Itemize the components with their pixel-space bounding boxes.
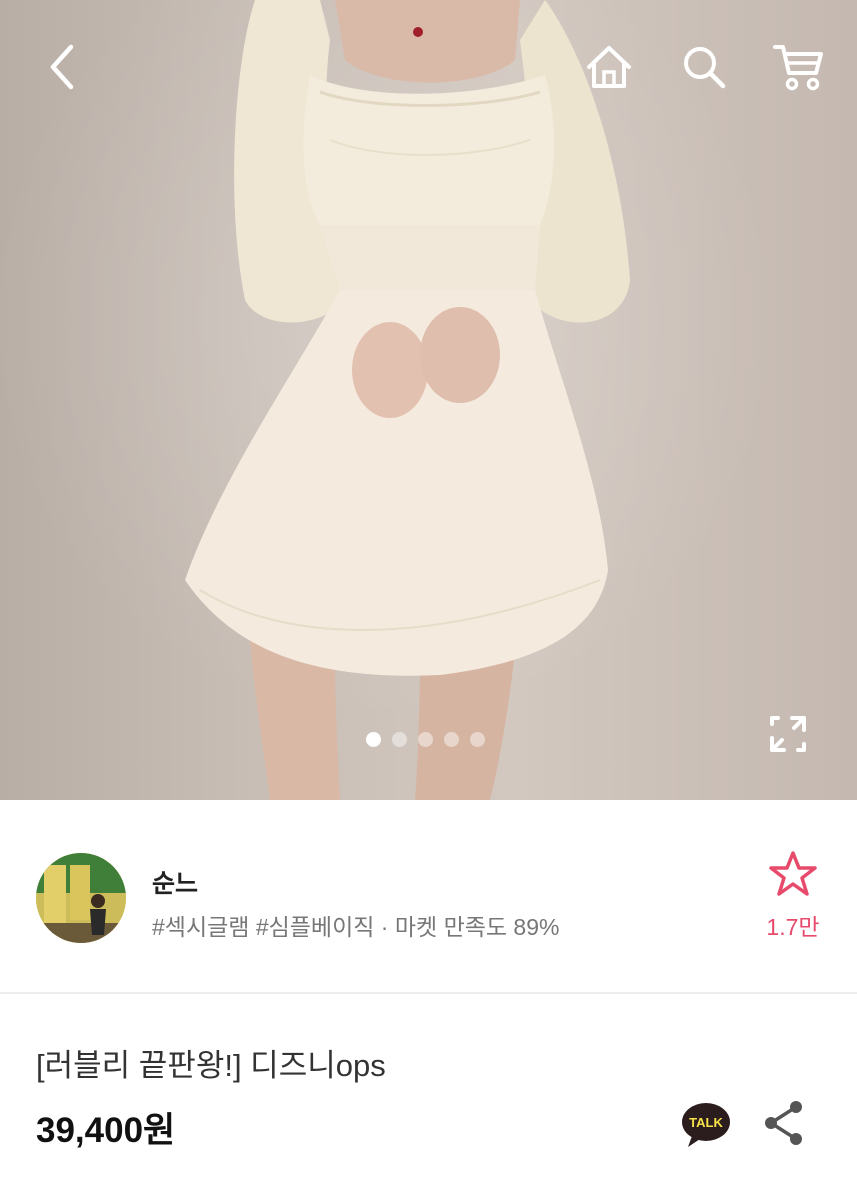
shop-info: 순느 #섹시글램 #심플베이직 · 마켓 만족도 89% 1.7만	[0, 800, 857, 992]
star-outline-icon	[769, 851, 817, 896]
share-icon[interactable]	[760, 1098, 810, 1148]
pagination-dot[interactable]	[470, 732, 485, 747]
home-icon[interactable]	[582, 40, 636, 94]
shop-tags: #섹시글램 #심플베이직 · 마켓 만족도 89%	[152, 914, 560, 940]
pagination-dot-active[interactable]	[366, 732, 381, 747]
expand-icon[interactable]	[764, 710, 812, 758]
pagination-dot[interactable]	[418, 732, 433, 747]
product-price: 39,400원	[36, 1111, 176, 1150]
cart-icon[interactable]	[771, 40, 825, 94]
search-icon[interactable]	[677, 40, 731, 94]
product-photo	[185, 0, 630, 800]
section-divider	[0, 992, 857, 994]
shop-avatar[interactable]	[36, 853, 126, 943]
talk-label: TALK	[689, 1115, 723, 1130]
kakao-talk-icon[interactable]: TALK	[680, 1098, 732, 1150]
product-title: [러블리 끝판왕!] 디즈니ops	[36, 1048, 386, 1083]
favorite-count: 1.7만	[766, 914, 820, 940]
shop-name[interactable]: 순느	[152, 864, 198, 900]
product-image-gallery[interactable]	[0, 0, 857, 800]
back-arrow-icon[interactable]	[35, 40, 89, 94]
pagination-dot[interactable]	[444, 732, 459, 747]
gallery-pagination	[366, 732, 485, 747]
favorite-button[interactable]: 1.7만	[758, 850, 828, 950]
pagination-dot[interactable]	[392, 732, 407, 747]
